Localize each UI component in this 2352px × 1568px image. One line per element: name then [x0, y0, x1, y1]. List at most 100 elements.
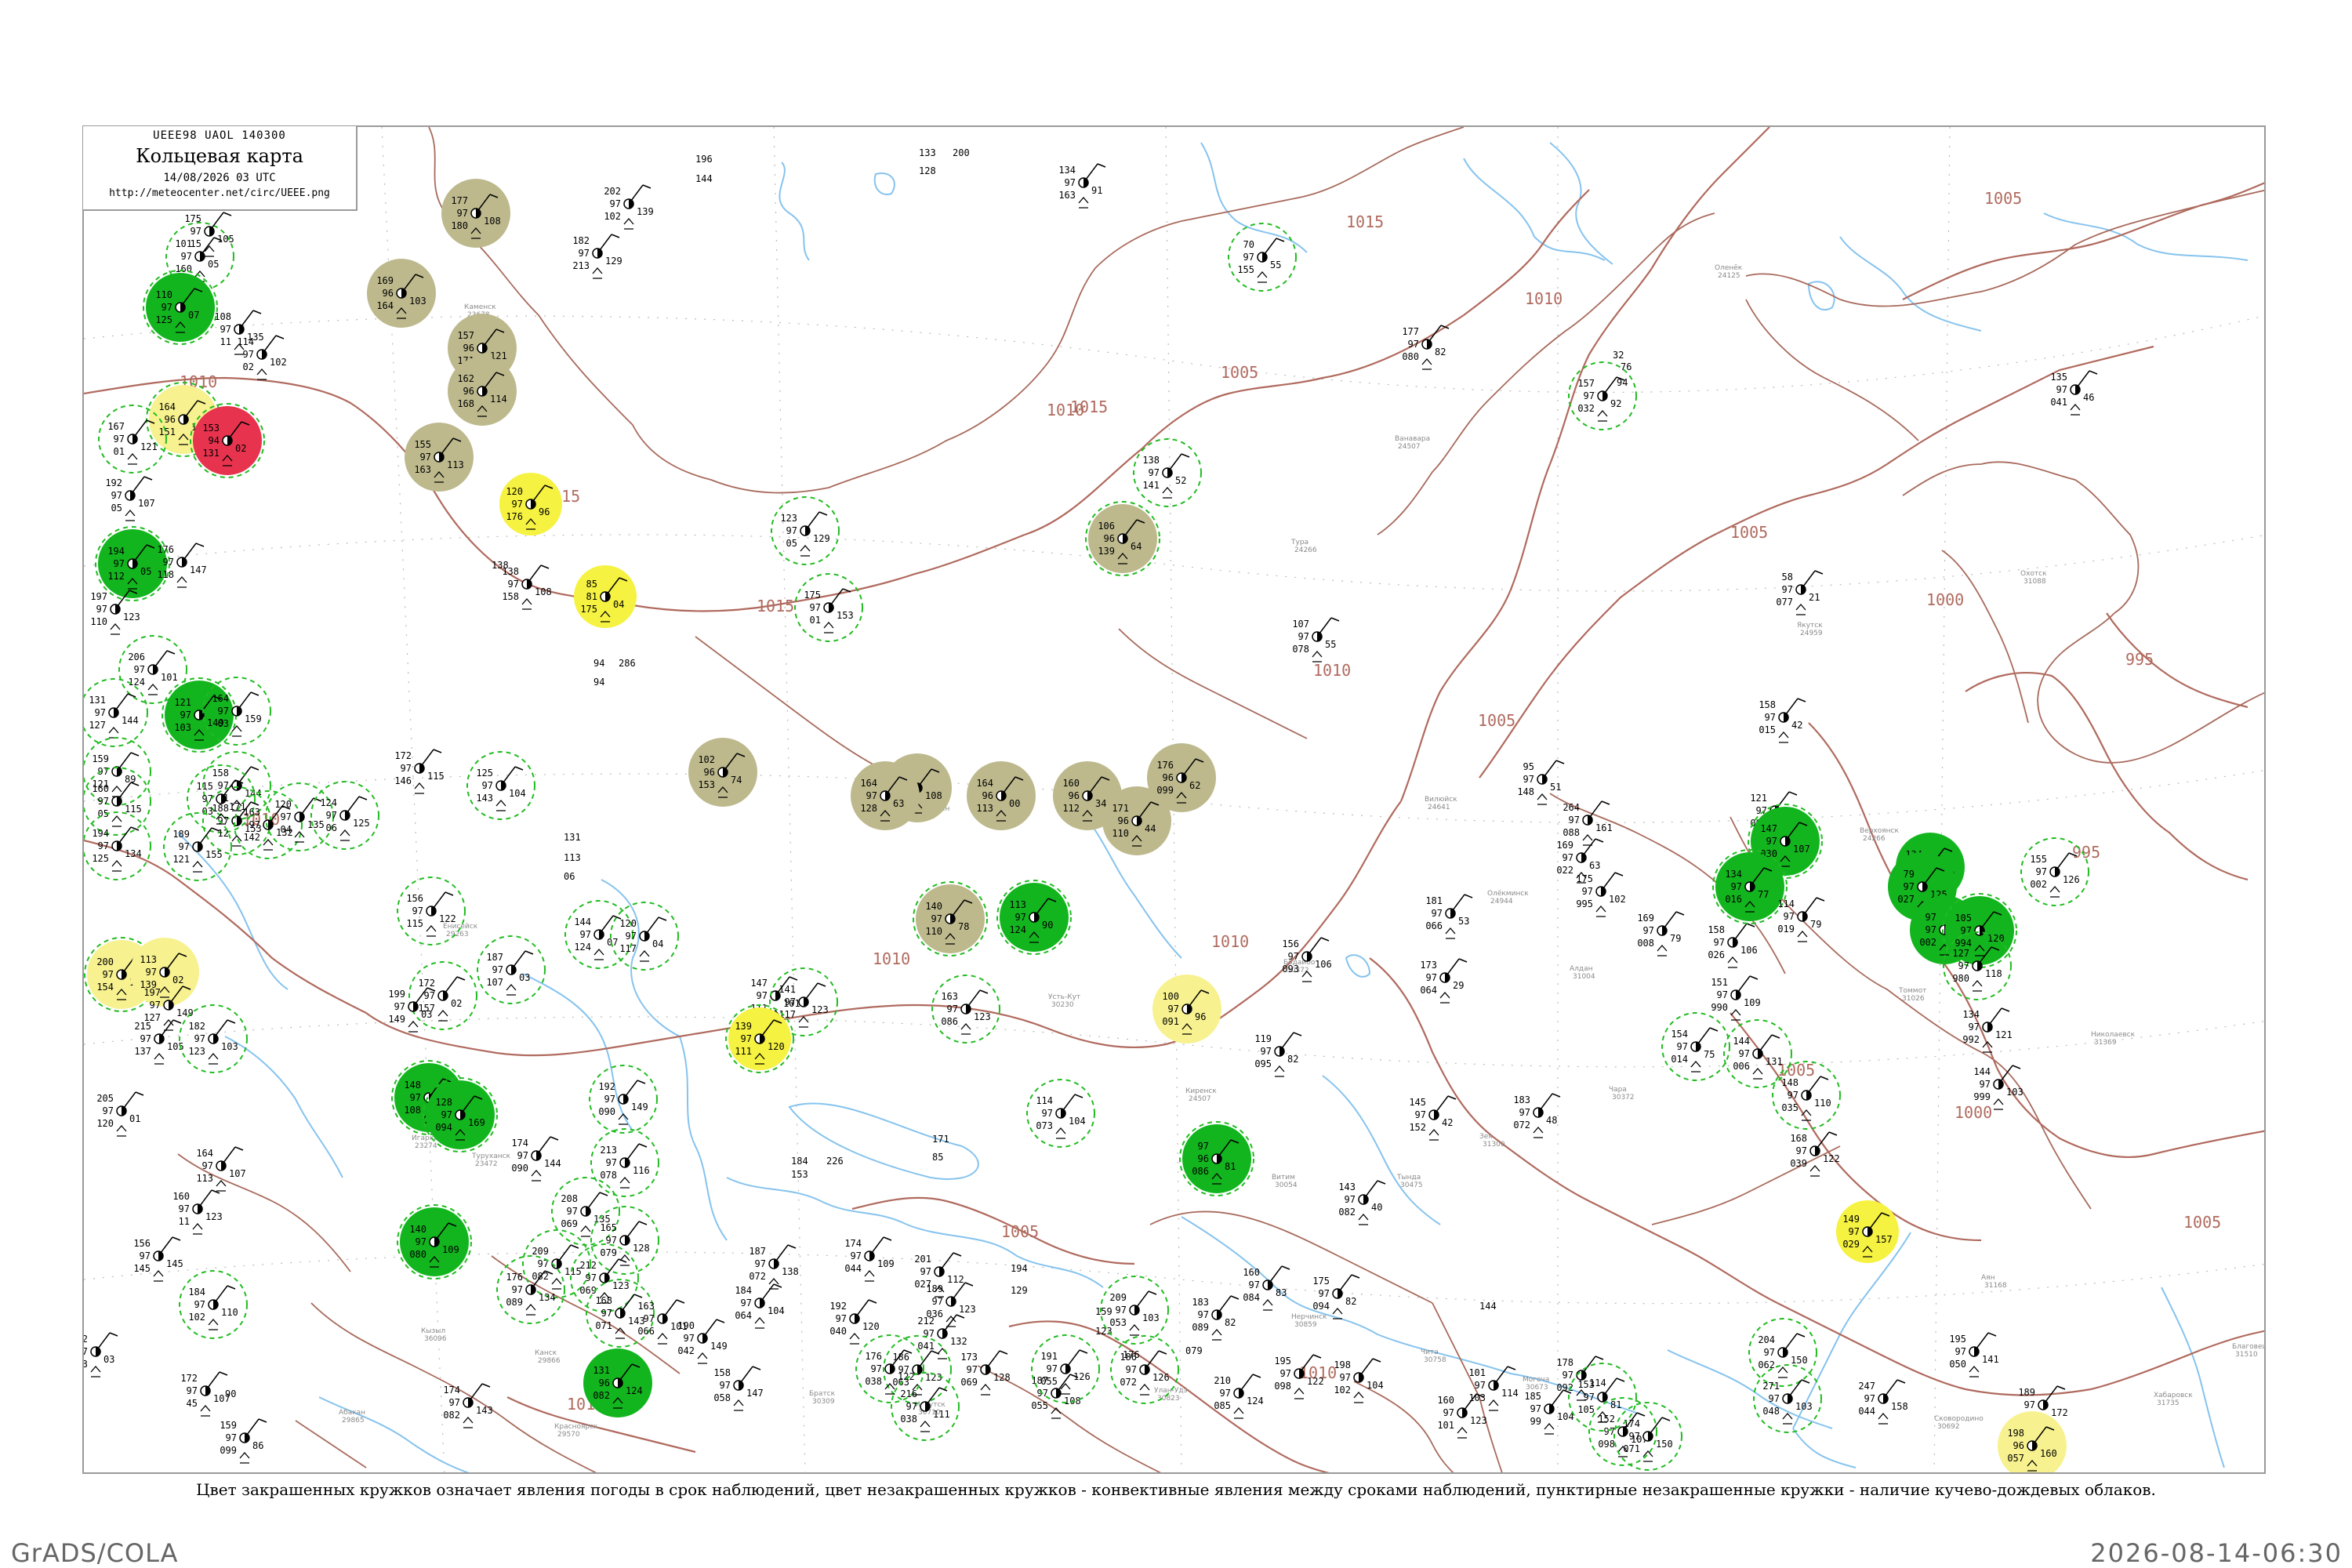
- station-plot[interactable]: 14597 152 42: [1409, 1095, 1457, 1141]
- station-plot[interactable]: 138 97158 108: [502, 564, 552, 610]
- station-plot[interactable]: 119 97095 82: [1254, 1032, 1302, 1077]
- station-plot[interactable]: 18497 102 110: [179, 1270, 248, 1339]
- station-plot[interactable]: 17397 069 128: [960, 1350, 1011, 1396]
- station-plot[interactable]: 13997 111 120: [725, 1004, 794, 1073]
- station-plot[interactable]: 17696 099 62: [1147, 743, 1216, 812]
- station-plot[interactable]: 19597 050 141: [1949, 1332, 1999, 1377]
- station-plot[interactable]: 16097 11 123: [172, 1189, 223, 1235]
- station-plot[interactable]: 14497124 07: [564, 900, 633, 969]
- station-plot[interactable]: 102 96153 74: [688, 738, 757, 807]
- station-plot[interactable]: 18797 072 138: [749, 1244, 799, 1290]
- station-plot[interactable]: 100 97 091 96: [1152, 975, 1221, 1044]
- station-plot[interactable]: 13497 016 77: [1712, 849, 1788, 924]
- station-plot[interactable]: 162 96168 114: [448, 357, 517, 426]
- station-plot[interactable]: 158 97058 147: [713, 1366, 764, 1411]
- station-plot[interactable]: 17697 089 134: [496, 1255, 565, 1324]
- station-plot[interactable]: 175 97995 102: [1576, 872, 1626, 917]
- station-plot[interactable]: 16997 008 79: [1637, 911, 1685, 956]
- station-plot[interactable]: 13197 127 144: [84, 678, 148, 747]
- station-plot[interactable]: 20597 120 01: [96, 1091, 144, 1137]
- station-plot[interactable]: 19896 057 160: [1998, 1411, 2067, 1474]
- station-plot[interactable]: 19497 125 134: [84, 811, 151, 880]
- station-plot[interactable]: 12397 05 129: [771, 496, 840, 565]
- station-plot[interactable]: 15597 002 126: [2020, 837, 2089, 906]
- station-plot[interactable]: 19197 055 126: [1031, 1334, 1100, 1403]
- station-plot[interactable]: 14097 080 109: [397, 1204, 472, 1279]
- station-plot[interactable]: 16497 128 63: [851, 761, 920, 830]
- station-plot[interactable]: 18297 123 103: [179, 1004, 248, 1073]
- station-plot[interactable]: 156 97 115 122: [397, 877, 466, 946]
- station-plot[interactable]: 70 97155 55: [1228, 223, 1297, 292]
- station-plot[interactable]: 8581 175 04: [574, 565, 637, 628]
- station-plot[interactable]: 172 97146 115: [394, 749, 445, 794]
- station-plot[interactable]: 113 97124 90: [996, 880, 1072, 955]
- station-plot[interactable]: 190 97042 149: [677, 1319, 728, 1364]
- station-plot[interactable]: 143 97 082 40: [1338, 1180, 1386, 1225]
- station-plot[interactable]: 17497 082 143: [443, 1383, 493, 1428]
- station-plot[interactable]: 16097 084 83: [1243, 1265, 1290, 1311]
- station-plot[interactable]: 264 97088 161: [1563, 800, 1613, 846]
- station-plot[interactable]: 10696 139 64: [1085, 501, 1160, 576]
- station-plot[interactable]: 17297 45 107: [180, 1371, 230, 1417]
- station-plot[interactable]: 24797 044 158: [1858, 1379, 1908, 1425]
- station-plot[interactable]: 13196 082 124: [583, 1348, 652, 1417]
- station-plot[interactable]: 16297 123 03: [84, 1332, 118, 1377]
- station-plot[interactable]: 20297 102 139: [604, 184, 654, 230]
- station-plot[interactable]: 13597 041 46: [2050, 370, 2098, 416]
- station-plot[interactable]: 1089711 135: [214, 310, 264, 355]
- station-plot[interactable]: 15997 099 86: [220, 1418, 267, 1464]
- station-plot[interactable]: 184 97 064 104: [735, 1283, 785, 1329]
- station-plot[interactable]: 19597 098 122: [1274, 1354, 1324, 1399]
- station-plot[interactable]: 11397139 02: [130, 938, 199, 1007]
- station-plot[interactable]: 182 97213 129: [572, 234, 622, 279]
- station-plot[interactable]: 192 97 05 107: [105, 476, 155, 521]
- station-plot[interactable]: 15497 014 75: [1661, 1012, 1730, 1081]
- station-plot[interactable]: 163 97 086 123: [931, 975, 1000, 1044]
- station-plot[interactable]: 17497 090 144: [511, 1136, 561, 1181]
- station-plot[interactable]: 18697 072 126: [1110, 1335, 1179, 1404]
- station-plot[interactable]: 158 97026 106: [1708, 923, 1758, 968]
- station-plot[interactable]: 1609705 115: [84, 767, 151, 836]
- station-plot[interactable]: 15197 990 109: [1711, 975, 1761, 1021]
- station-plot[interactable]: 17597 01 153: [794, 573, 863, 642]
- station-plot[interactable]: 175 9715 105: [184, 212, 234, 257]
- station-plot[interactable]: 10797 078 55: [1292, 617, 1340, 662]
- station-plot[interactable]: 19297 040 120: [829, 1299, 880, 1345]
- station-plot[interactable]: 18397 089 82: [1192, 1295, 1240, 1341]
- station-plot[interactable]: 16497 113 107: [196, 1146, 246, 1192]
- station-plot[interactable]: 16897 039 122: [1790, 1131, 1840, 1177]
- station-plot[interactable]: 114 97073 104: [1026, 1079, 1095, 1148]
- station-plot[interactable]: 204 97062 150: [1748, 1318, 1817, 1387]
- station-plot[interactable]: 169 96164 103: [367, 259, 436, 328]
- station-plot[interactable]: 198 97 102 104: [1334, 1358, 1384, 1403]
- station-plot[interactable]: 18597 99 104: [1524, 1389, 1574, 1435]
- station-plot[interactable]: 21397 078 116: [590, 1128, 659, 1197]
- station-plot[interactable]: 13897 141 52: [1133, 438, 1202, 507]
- station-plot[interactable]: 5897 077 21: [1776, 570, 1824, 615]
- station-plot[interactable]: 155 97163 113: [405, 423, 474, 492]
- station-plot[interactable]: 120 97117 04: [610, 902, 679, 971]
- station-plot[interactable]: 183 97 072 48: [1513, 1093, 1561, 1138]
- station-plot[interactable]: 177 97180 108: [441, 179, 510, 248]
- station-plot[interactable]: 17297157 02: [408, 961, 477, 1030]
- station-plot[interactable]: 120 97176 96: [499, 473, 562, 535]
- station-plot[interactable]: 177 97080 82: [1402, 325, 1450, 370]
- station-plot[interactable]: 16496 113 00: [967, 761, 1036, 830]
- station-plot[interactable]: 158 97015 42: [1759, 698, 1806, 743]
- station-plot[interactable]: 19497 112 05: [95, 526, 170, 601]
- station-plot[interactable]: 14997 029 157: [1836, 1200, 1899, 1263]
- station-plot[interactable]: 14097 110 78: [913, 881, 988, 956]
- station-plot[interactable]: 15797 032 92: [1568, 361, 1637, 430]
- station-plot[interactable]: 15997121 89: [84, 737, 151, 806]
- station-plot[interactable]: 210 97085 124: [1214, 1374, 1264, 1419]
- station-plot[interactable]: 9796 086 81: [1179, 1121, 1254, 1196]
- station-plot[interactable]: 17497 044 109: [844, 1236, 895, 1282]
- station-plot[interactable]: 181 97066 53: [1425, 894, 1473, 939]
- station-plot[interactable]: 12597 143 104: [466, 751, 535, 820]
- station-plot[interactable]: 21597 137 105: [134, 1019, 184, 1065]
- station-plot[interactable]: 17397 064 29: [1420, 958, 1468, 1004]
- station-plot[interactable]: 13497 163 91: [1058, 163, 1106, 209]
- station-plot[interactable]: 110 97125 07: [143, 270, 218, 345]
- station-plot[interactable]: 192 97090 149: [589, 1065, 658, 1134]
- station-plot[interactable]: 124 9706 125: [310, 781, 379, 850]
